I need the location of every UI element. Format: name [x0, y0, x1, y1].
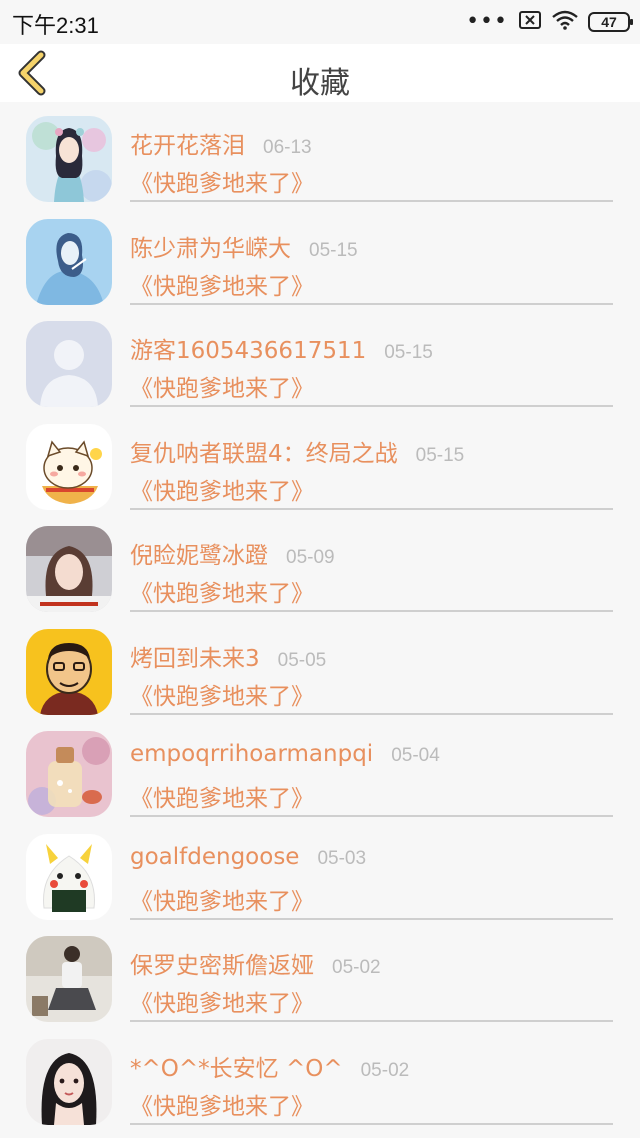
- divider: [130, 1122, 613, 1125]
- book-title[interactable]: 《快跑爹地来了》: [130, 369, 314, 403]
- favorite-date: 06-13: [263, 137, 312, 158]
- list-item[interactable]: goalfdengoose 05-03 《快跑爹地来了》: [0, 820, 640, 923]
- page-title: 收藏: [290, 66, 350, 101]
- divider: [130, 917, 613, 920]
- divider: [130, 507, 613, 510]
- favorite-date: 05-04: [391, 745, 440, 766]
- default-user-avatar: [26, 321, 112, 407]
- status-bar: 下午2:31 ••• 47: [0, 0, 640, 44]
- user-name: *^O^*长安忆 ^O^: [130, 1055, 343, 1082]
- list-item[interactable]: 烤回到未来3 05-05 《快跑爹地来了》: [0, 615, 640, 718]
- list-item[interactable]: empoqrrihoarmanpqi 05-04 《快跑爹地来了》: [0, 717, 640, 820]
- man-sitting-avatar: [26, 936, 112, 1022]
- pikachu-riceball-avatar: [26, 833, 112, 920]
- user-name: 倪睑妮鹭冰蹬: [130, 543, 268, 569]
- favorite-date: 05-15: [415, 444, 465, 466]
- book-title[interactable]: 《快跑爹地来了》: [130, 574, 314, 608]
- list-item[interactable]: 游客1605436617511 05-15 《快跑爹地来了》: [0, 307, 640, 410]
- list-item[interactable]: 倪睑妮鹭冰蹬 05-09 《快跑爹地来了》: [0, 512, 640, 615]
- list-item[interactable]: 保罗史密斯儋返娅 05-02 《快跑爹地来了》: [0, 922, 640, 1025]
- favorite-date: 05-02: [332, 957, 381, 978]
- girl-portrait-avatar: [26, 1038, 112, 1125]
- favorite-date: 05-02: [360, 1059, 410, 1081]
- list-item[interactable]: 陈少肃为华嵘大 05-15 《快跑爹地来了》: [0, 205, 640, 308]
- anime-girl-avatar: [26, 116, 112, 202]
- divider: [130, 610, 613, 612]
- book-title[interactable]: 《快跑爹地来了》: [130, 267, 314, 301]
- user-name: 烤回到未来3: [130, 645, 260, 672]
- list-item[interactable]: 复仇呐者联盟4：终局之战 05-15 《快跑爹地来了》: [0, 410, 640, 513]
- favorite-date: 05-03: [317, 847, 367, 869]
- battery-icon: 47: [588, 12, 633, 32]
- divider: [130, 815, 613, 817]
- book-title[interactable]: 《快跑爹地来了》: [130, 984, 314, 1018]
- divider: [130, 200, 613, 202]
- favorites-list: 花开花落泪 06-13 《快跑爹地来了》 陈少肃为华嵘大 05-15 《快跑爹地…: [0, 102, 640, 1127]
- user-name: empoqrrihoarmanpqi: [130, 741, 374, 767]
- cartoon-man-avatar: [26, 628, 112, 715]
- user-name: 复仇呐者联盟4：终局之战: [130, 440, 398, 467]
- divider: [130, 712, 613, 715]
- status-time: 下午2:31: [12, 13, 99, 38]
- user-name: 花开花落泪: [130, 133, 245, 159]
- divider: [130, 1020, 613, 1022]
- user-name: 保罗史密斯儋返娅: [130, 953, 314, 979]
- user-name: goalfdengoose: [130, 843, 300, 870]
- favorite-date: 05-15: [309, 239, 358, 261]
- favorite-date: 05-09: [286, 547, 335, 568]
- favorite-date: 05-15: [384, 342, 433, 363]
- list-item[interactable]: 花开花落泪 06-13 《快跑爹地来了》: [0, 102, 640, 205]
- book-title[interactable]: 《快跑爹地来了》: [130, 164, 314, 198]
- book-title[interactable]: 《快跑爹地来了》: [130, 779, 314, 813]
- book-title[interactable]: 《快跑爹地来了》: [130, 472, 314, 506]
- list-item[interactable]: *^O^*长安忆 ^O^ 05-02 《快跑爹地来了》: [0, 1025, 640, 1128]
- blue-sketch-girl-avatar: [26, 218, 112, 305]
- sim-off-icon: [518, 10, 542, 34]
- book-title[interactable]: 《快跑爹地来了》: [130, 882, 314, 916]
- user-name: 游客1605436617511: [130, 338, 367, 364]
- divider: [130, 302, 613, 305]
- status-icons: ••• 47: [466, 8, 633, 36]
- cartoon-cat-avatar: [26, 423, 112, 510]
- wifi-icon: [552, 10, 578, 34]
- app-header: 收藏: [0, 44, 640, 102]
- more-dots-icon: •••: [466, 9, 508, 34]
- favorite-date: 05-05: [277, 649, 327, 671]
- book-title[interactable]: 《快跑爹地来了》: [130, 1087, 314, 1121]
- glass-bottle-avatar: [26, 731, 112, 817]
- girl-photo-avatar: [26, 526, 112, 612]
- user-name: 陈少肃为华嵘大: [130, 235, 291, 262]
- book-title[interactable]: 《快跑爹地来了》: [130, 677, 314, 711]
- divider: [130, 405, 613, 407]
